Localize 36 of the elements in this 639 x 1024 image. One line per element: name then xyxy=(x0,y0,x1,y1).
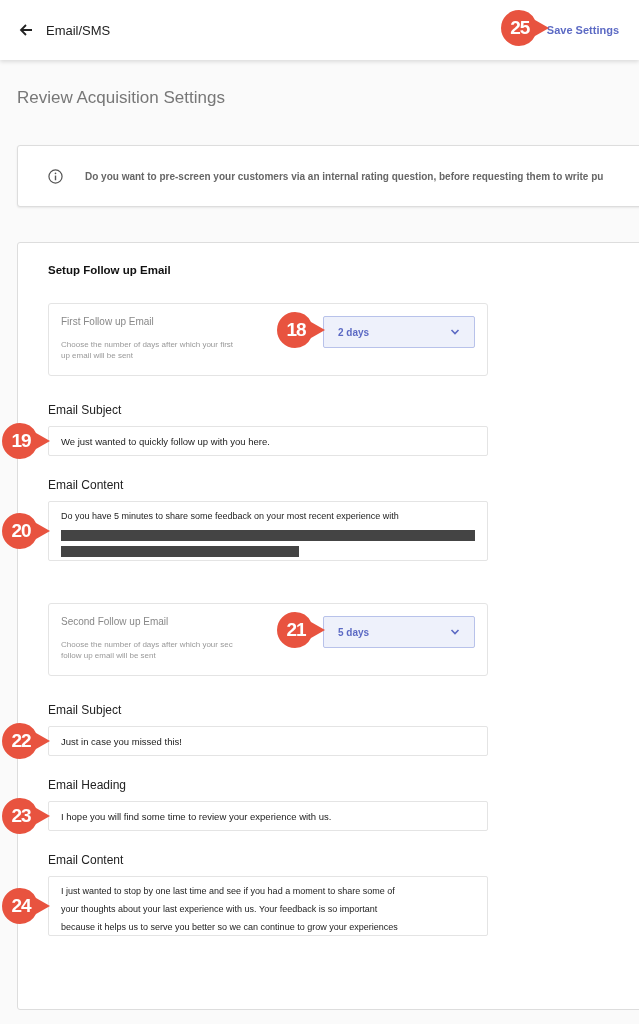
card-title: Setup Follow up Email xyxy=(48,264,172,276)
step-marker: 18 xyxy=(277,312,325,348)
text-input-field[interactable]: We just wanted to quickly follow up with you here. xyxy=(48,426,488,456)
info-text: Do you want to pre-screen your customers via an internal rating question, before requesting them to write pu xyxy=(85,170,604,182)
text-area-field[interactable]: Do you have 5 minutes to share some feedback on your most recent experience with xyxy=(48,501,488,561)
setting-label: First Follow up Email xyxy=(61,316,155,327)
step-marker: 21 xyxy=(277,612,325,648)
page-title: Review Acquisition Settings xyxy=(17,88,226,109)
field-label: Email Content xyxy=(48,853,125,867)
days-dropdown[interactable]: 2 days xyxy=(323,316,475,348)
step-marker: 22 xyxy=(2,723,50,759)
step-marker: 19 xyxy=(2,423,50,459)
back-arrow-icon[interactable] xyxy=(18,22,34,38)
field-label: Email Content xyxy=(48,478,125,492)
text-input-field[interactable]: I hope you will find some time to review your experience with us. xyxy=(48,801,488,831)
setting-description: up email will be sent xyxy=(61,350,135,361)
step-marker: 24 xyxy=(2,888,50,924)
chevron-down-icon xyxy=(450,328,460,336)
info-icon xyxy=(48,168,63,184)
text-input-field[interactable]: Just in case you missed this! xyxy=(48,726,488,756)
step-marker: 20 xyxy=(2,513,50,549)
field-label: Email Subject xyxy=(48,403,123,417)
setting-description: Choose the number of days after which your sec xyxy=(61,639,234,650)
setting-description: Choose the number of days after which your first xyxy=(61,339,235,350)
text-area-field[interactable] xyxy=(48,876,488,936)
text-area-content: I just wanted to stop by one last time and see if you had a moment to share some of your thoughts about your last experience with us. Your feedback is so important because it helps us to serve you better so we can continue to grow your experiences xyxy=(61,885,399,934)
field-label: Email Heading xyxy=(48,778,128,792)
save-settings-button[interactable]: Save Settings xyxy=(546,20,619,40)
step-marker: 23 xyxy=(2,798,50,834)
chevron-down-icon xyxy=(450,628,460,636)
setting-description: follow up email will be sent xyxy=(61,650,157,661)
field-label: Email Subject xyxy=(48,703,123,717)
setting-label: Second Follow up Email xyxy=(61,616,170,627)
page-header-title: Email/SMS xyxy=(46,22,111,38)
text-area-content: Do you have 5 minutes to share some feedback on your most recent experience with xyxy=(61,510,400,523)
days-dropdown[interactable]: 5 days xyxy=(323,616,475,648)
